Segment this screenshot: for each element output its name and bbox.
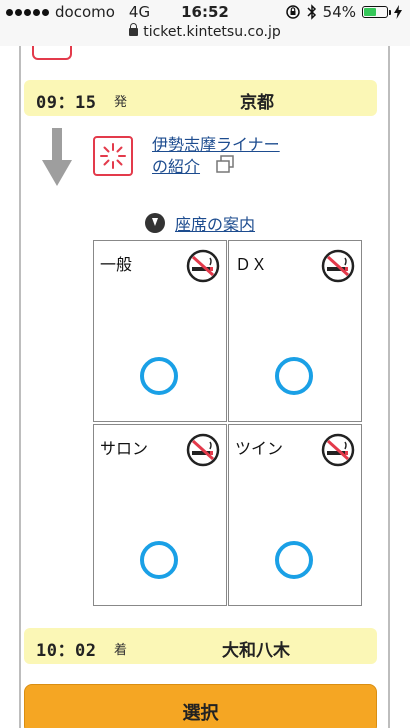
seat-type-label: 一般 xyxy=(100,255,133,274)
availability-circle-icon xyxy=(140,357,178,395)
train-logo-icon xyxy=(32,46,72,60)
seat-type-general[interactable]: 一般 xyxy=(93,240,227,422)
no-smoking-icon xyxy=(321,433,355,467)
train-intro-line1: 伊勢志摩ライナー xyxy=(152,135,280,154)
no-smoking-icon xyxy=(321,249,355,283)
seat-type-salon[interactable]: サロン xyxy=(93,424,227,606)
no-smoking-icon xyxy=(186,249,220,283)
bluetooth-icon xyxy=(307,4,316,20)
train-icon[interactable] xyxy=(93,136,133,176)
status-bar: docomo 4G 16:52 54% xyxy=(0,0,410,24)
seat-type-label: サロン xyxy=(100,439,149,458)
battery-percentage: 54% xyxy=(322,3,356,21)
arrival-bar: 10：02 着 大和八木 xyxy=(24,628,377,664)
no-smoking-icon xyxy=(186,433,220,467)
departure-bar: 09：15 発 京都 xyxy=(24,80,377,116)
seat-type-label: ツイン xyxy=(235,439,284,458)
arrival-suffix: 着 xyxy=(114,643,128,658)
external-window-icon xyxy=(216,155,234,173)
seat-guide-label: 座席の案内 xyxy=(175,215,256,234)
status-right: 54% xyxy=(285,3,402,21)
availability-circle-icon xyxy=(275,541,313,579)
charging-icon xyxy=(394,5,402,19)
orientation-lock-icon xyxy=(285,5,300,19)
arrow-down-icon xyxy=(42,128,72,186)
select-button[interactable]: 選択 xyxy=(24,684,377,728)
seat-type-dx[interactable]: ＤＸ xyxy=(228,240,362,422)
arrival-time: 10：02 xyxy=(36,641,97,661)
arrival-station: 大和八木 xyxy=(222,641,290,661)
availability-circle-icon xyxy=(140,541,178,579)
lock-icon xyxy=(129,23,139,36)
seat-type-label: ＤＸ xyxy=(235,255,268,274)
departure-suffix: 発 xyxy=(114,95,128,110)
url-bar[interactable]: ticket.kintetsu.co.jp xyxy=(0,23,410,46)
departure-time: 09：15 xyxy=(36,93,97,113)
download-arrow-icon xyxy=(145,213,165,233)
seat-type-twin[interactable]: ツイン xyxy=(228,424,362,606)
battery-icon xyxy=(362,6,391,18)
sparkle-icon xyxy=(100,143,126,169)
seat-guide-link[interactable]: 座席の案内 xyxy=(145,211,255,235)
url-text: ticket.kintetsu.co.jp xyxy=(143,24,281,40)
departure-station: 京都 xyxy=(240,93,274,113)
availability-circle-icon xyxy=(275,357,313,395)
